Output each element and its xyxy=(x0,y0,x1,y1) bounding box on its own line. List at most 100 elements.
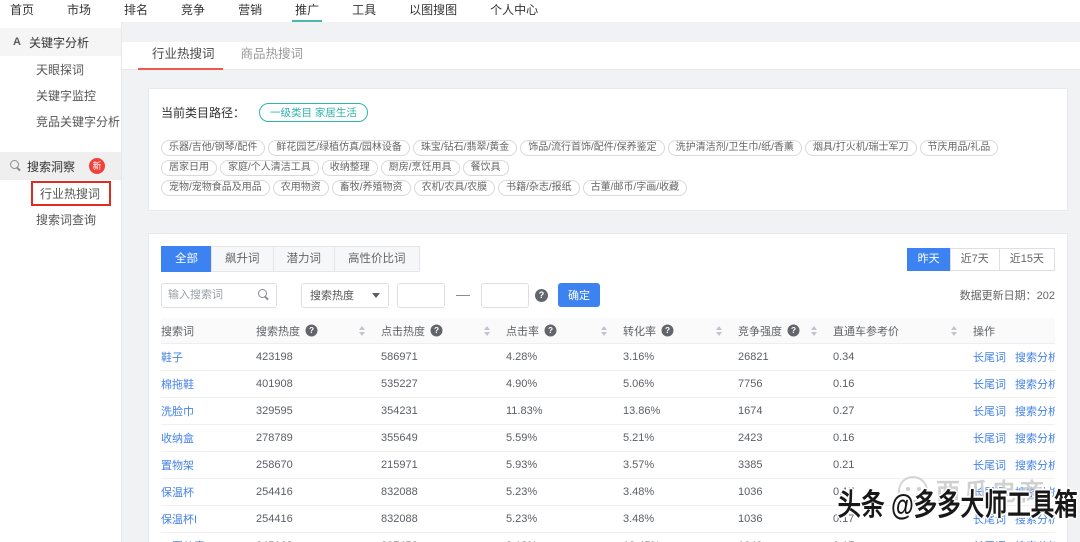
sort-icon[interactable] xyxy=(716,326,722,336)
help-icon[interactable] xyxy=(431,325,443,337)
metric-select[interactable]: 搜索热度 xyxy=(301,283,389,308)
nav-item-compete[interactable]: 竞争 xyxy=(181,0,205,22)
table-header: 搜索词 搜索热度 点击热度 点击率 转化率 竞争强度 直通车参考价 操作 xyxy=(161,318,1055,344)
category-tag[interactable]: 珠宝/钻石/翡翠/黄金 xyxy=(413,140,517,156)
word-tab-potential[interactable]: 潜力词 xyxy=(273,246,336,272)
help-icon[interactable] xyxy=(662,325,674,337)
category-tag[interactable]: 家庭/个人清洁工具 xyxy=(220,160,319,176)
conversion-rate-value: 3.57% xyxy=(623,459,738,471)
date-tab-15days[interactable]: 近15天 xyxy=(999,248,1055,271)
row-actions: 长尾词搜索分析 xyxy=(973,376,1055,392)
category-tag[interactable]: 畜牧/养殖物资 xyxy=(332,180,411,196)
category-tag[interactable]: 宠物/宠物食品及用品 xyxy=(161,180,270,196)
keyword-link[interactable]: 收纳盒 xyxy=(161,433,194,445)
reference-price-value: 0.21 xyxy=(833,459,973,471)
nav-item-promotion[interactable]: 推广 xyxy=(295,0,319,22)
nav-item-marketing[interactable]: 营销 xyxy=(238,0,262,22)
sidebar-item-keyword-monitor[interactable]: 关键字监控 xyxy=(0,82,121,108)
search-analysis-link[interactable]: 搜索分析 xyxy=(1015,460,1055,472)
keyword-link[interactable]: 置物架 xyxy=(161,460,194,472)
longtail-link[interactable]: 长尾词 xyxy=(973,460,1006,472)
sort-icon[interactable] xyxy=(951,326,957,336)
sort-icon[interactable] xyxy=(359,326,365,336)
category-tag[interactable]: 书籍/杂志/报纸 xyxy=(498,180,580,196)
search-analysis-link[interactable]: 搜索分析 xyxy=(1015,379,1055,391)
category-tag[interactable]: 节庆用品/礼品 xyxy=(920,140,999,156)
category-tag[interactable]: 农机/农具/农膜 xyxy=(414,180,496,196)
category-tag[interactable]: 居家日用 xyxy=(161,160,217,176)
competition-value: 1036 xyxy=(738,513,833,525)
table-row: 鞋子 423198 586971 4.28% 3.16% 26821 0.34 … xyxy=(161,344,1055,371)
conversion-rate-value: 5.21% xyxy=(623,432,738,444)
sidebar-item-competitor-keywords[interactable]: 竞品关键字分析 xyxy=(0,108,121,134)
longtail-link[interactable]: 长尾词 xyxy=(973,514,1006,526)
conversion-rate-value: 3.48% xyxy=(623,486,738,498)
sidebar-section-search-insight[interactable]: 搜索洞察 新 xyxy=(0,152,121,180)
word-tab-all[interactable]: 全部 xyxy=(161,246,212,272)
table-row: 置物架 258670 215971 5.93% 3.57% 3385 0.21 … xyxy=(161,452,1055,479)
keyword-link[interactable]: 保温杯 xyxy=(161,487,194,499)
longtail-link[interactable]: 长尾词 xyxy=(973,352,1006,364)
tab-product-hot-words[interactable]: 商品热搜词 xyxy=(235,42,310,69)
nav-item-account[interactable]: 个人中心 xyxy=(490,0,538,22)
category-tag[interactable]: 洗护清洁剂/卫生巾/纸/香薰 xyxy=(668,140,802,156)
search-analysis-link[interactable]: 搜索分析 xyxy=(1015,406,1055,418)
keyword-link[interactable]: 保温杯I xyxy=(161,514,197,526)
new-badge: 新 xyxy=(89,158,105,174)
confirm-button[interactable]: 确定 xyxy=(558,283,600,307)
nav-item-tools[interactable]: 工具 xyxy=(352,0,376,22)
nav-item-rank[interactable]: 排名 xyxy=(124,0,148,22)
category-tag[interactable]: 乐器/吉他/钢琴/配件 xyxy=(161,140,265,156)
range-help-icon[interactable] xyxy=(535,289,548,302)
longtail-link[interactable]: 长尾词 xyxy=(973,433,1006,445)
date-tab-yesterday[interactable]: 昨天 xyxy=(907,248,951,271)
data-card: 全部 飙升词 潜力词 高性价比词 昨天 近7天 近15天 搜索热度 xyxy=(148,233,1068,542)
col-click-rate: 点击率 xyxy=(506,323,623,339)
category-tag[interactable]: 古董/邮币/字画/收藏 xyxy=(583,180,687,196)
nav-item-image-search[interactable]: 以图搜图 xyxy=(409,0,457,22)
date-tab-7days[interactable]: 近7天 xyxy=(950,248,1000,271)
range-max-input[interactable] xyxy=(481,283,529,308)
sidebar-section-title: 搜索洞察 xyxy=(27,158,75,175)
category-tag[interactable]: 餐饮具 xyxy=(463,160,509,176)
longtail-link[interactable]: 长尾词 xyxy=(973,406,1006,418)
reference-price-value: 0.27 xyxy=(833,405,973,417)
help-icon[interactable] xyxy=(306,325,318,337)
category-current-pill[interactable]: 一级类目 家居生活 xyxy=(259,103,368,122)
sort-icon[interactable] xyxy=(484,326,490,336)
longtail-link[interactable]: 长尾词 xyxy=(973,379,1006,391)
keyword-link[interactable]: 鞋子 xyxy=(161,352,183,364)
category-tag[interactable]: 饰品/流行首饰/配件/保养鉴定 xyxy=(520,140,664,156)
word-tab-rising[interactable]: 飙升词 xyxy=(211,246,274,272)
sort-icon[interactable] xyxy=(601,326,607,336)
main-content: 行业热搜词 商品热搜词 当前类目路径： 一级类目 家居生活 乐器/吉他/钢琴/配… xyxy=(122,22,1080,542)
category-tag[interactable]: 烟具/打火机/瑞士军刀 xyxy=(805,140,917,156)
help-icon[interactable] xyxy=(545,325,557,337)
tab-industry-hot-words[interactable]: 行业热搜词 xyxy=(146,42,221,69)
search-analysis-link[interactable]: 搜索分析 xyxy=(1015,487,1055,499)
sidebar-item-search-word-query[interactable]: 搜索词查询 xyxy=(0,206,121,232)
sort-icon[interactable] xyxy=(811,326,817,336)
search-analysis-link[interactable]: 搜索分析 xyxy=(1015,433,1055,445)
range-min-input[interactable] xyxy=(397,283,445,308)
nav-item-home[interactable]: 首页 xyxy=(10,0,34,22)
category-tag[interactable]: 农用物资 xyxy=(273,180,329,196)
search-analysis-link[interactable]: 搜索分析 xyxy=(1015,514,1055,526)
longtail-link[interactable]: 长尾词 xyxy=(973,487,1006,499)
category-tag-cloud: 乐器/吉他/钢琴/配件 鲜花园艺/绿植仿真/园林设备 珠宝/钻石/翡翠/黄金 饰… xyxy=(161,138,1055,198)
range-dash xyxy=(456,295,470,296)
word-tab-cost-effective[interactable]: 高性价比词 xyxy=(334,246,420,272)
sidebar-item-industry-hot-words[interactable]: 行业热搜词 xyxy=(0,180,121,206)
sidebar-section-keyword-analysis[interactable]: A 关键字分析 xyxy=(0,28,121,56)
search-analysis-link[interactable]: 搜索分析 xyxy=(1015,352,1055,364)
keyword-link[interactable]: 洗脸巾 xyxy=(161,406,194,418)
category-tag[interactable]: 厨房/烹饪用具 xyxy=(381,160,460,176)
help-icon[interactable] xyxy=(788,325,800,337)
category-tag[interactable]: 收纳整理 xyxy=(322,160,378,176)
nav-item-market[interactable]: 市场 xyxy=(67,0,91,22)
category-tag[interactable]: 鲜花园艺/绿植仿真/园林设备 xyxy=(268,140,410,156)
keyword-link[interactable]: 棉拖鞋 xyxy=(161,379,194,391)
keyword-analysis-icon: A xyxy=(10,36,24,48)
sidebar-item-tianyan-words[interactable]: 天眼探词 xyxy=(0,56,121,82)
search-input[interactable] xyxy=(168,289,258,301)
